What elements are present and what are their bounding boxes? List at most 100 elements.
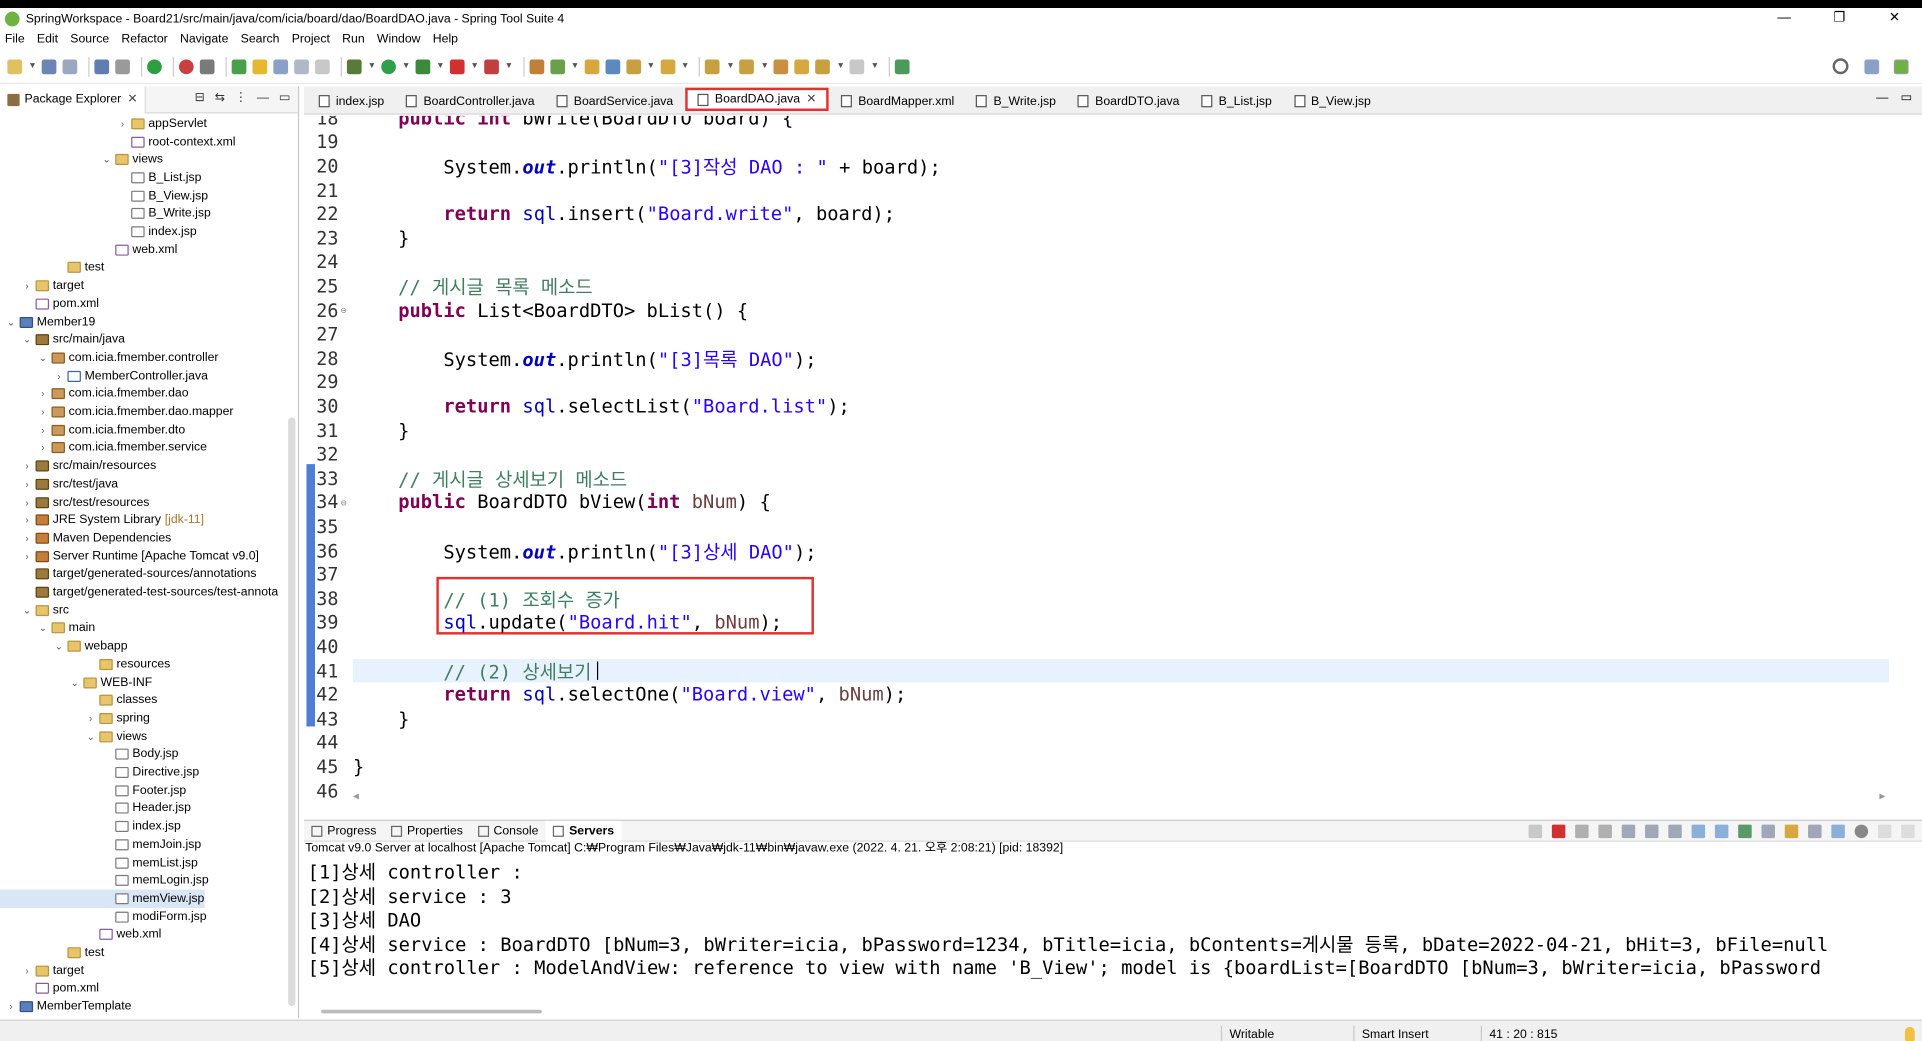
- package-explorer-tab[interactable]: Package Explorer ✕: [0, 85, 147, 113]
- run-external-tools-icon[interactable]: [415, 58, 431, 74]
- tree-item[interactable]: pom.xml: [0, 295, 99, 313]
- chevron-down-icon[interactable]: ▼: [836, 62, 845, 71]
- word-wrap-console-icon[interactable]: [1668, 824, 1682, 839]
- show-on-stdout-icon[interactable]: [1691, 824, 1706, 839]
- tree-item[interactable]: test: [0, 944, 104, 962]
- forward-arrow-icon[interactable]: [849, 58, 865, 74]
- chevron-down-icon[interactable]: ⌄: [21, 605, 33, 616]
- tree-scrollbar[interactable]: [288, 417, 296, 1007]
- tree-item[interactable]: › Maven Dependencies: [0, 529, 171, 547]
- chevron-down-icon[interactable]: ▼: [436, 62, 445, 71]
- coverage-icon[interactable]: [483, 58, 499, 74]
- chevron-down-icon[interactable]: ▼: [28, 62, 37, 71]
- search-tool-icon[interactable]: [605, 58, 620, 74]
- toggle-mark-occurrences-icon[interactable]: [252, 58, 268, 74]
- chevron-down-icon[interactable]: ▼: [505, 62, 514, 71]
- tree-item[interactable]: ⌄ src: [0, 601, 69, 619]
- maximize-editor-icon[interactable]: ▭: [1901, 91, 1913, 104]
- open-folder-icon[interactable]: [584, 58, 599, 74]
- tree-item[interactable]: › MemberController.java: [0, 367, 208, 385]
- chevron-right-icon[interactable]: ›: [37, 425, 49, 436]
- editor-tab[interactable]: BoardDAO.java ✕: [685, 87, 829, 111]
- menu-help[interactable]: Help: [433, 33, 458, 46]
- new-java-project-icon[interactable]: [529, 58, 544, 74]
- chevron-right-icon[interactable]: ›: [21, 965, 33, 976]
- open-perspective-icon[interactable]: [1864, 59, 1880, 75]
- remove-launch-icon[interactable]: [1575, 824, 1589, 839]
- chevron-down-icon[interactable]: ▼: [760, 62, 769, 71]
- back-arrow-icon[interactable]: [815, 58, 831, 74]
- show-whitespace-icon[interactable]: [314, 58, 330, 74]
- tree-item[interactable]: › com.icia.fmember.dao: [0, 385, 188, 403]
- maximize-console-icon[interactable]: [1901, 824, 1915, 839]
- menu-navigate[interactable]: Navigate: [180, 33, 228, 46]
- save-icon[interactable]: [41, 58, 57, 74]
- tree-item[interactable]: › MemberTemplate: [0, 998, 131, 1015]
- chevron-right-icon[interactable]: ›: [37, 443, 49, 454]
- fold-toggle-icon[interactable]: ⊖: [341, 497, 347, 508]
- chevron-right-icon[interactable]: ›: [21, 497, 33, 508]
- tree-item[interactable]: ⌄ main: [0, 619, 95, 637]
- save-all-icon[interactable]: [62, 58, 78, 74]
- chevron-down-icon[interactable]: ▼: [681, 62, 690, 71]
- tree-item[interactable]: B_View.jsp: [0, 187, 208, 205]
- pen-icon[interactable]: [625, 58, 641, 74]
- toggle-block-selection-icon[interactable]: [273, 58, 288, 74]
- tree-item[interactable]: web.xml: [0, 241, 177, 259]
- fold-toggle-icon[interactable]: ⊖: [341, 305, 347, 316]
- link-with-editor-icon[interactable]: ⇆: [215, 91, 225, 104]
- open-console-icon[interactable]: [1784, 824, 1799, 839]
- tree-item[interactable]: › appServlet: [0, 115, 207, 133]
- scroll-lock-icon[interactable]: [1645, 824, 1659, 839]
- editor-tab[interactable]: B_List.jsp: [1192, 89, 1282, 114]
- editor-tab[interactable]: BoardController.java: [397, 89, 545, 114]
- new-package-icon[interactable]: [549, 58, 565, 74]
- tree-item[interactable]: ⌄ WEB-INF: [0, 673, 153, 691]
- tree-item[interactable]: ⌄ com.icia.fmember.controller: [0, 349, 219, 367]
- tree-item[interactable]: target/generated-test-sources/test-annot…: [0, 583, 278, 601]
- console-horizontal-scrollbar[interactable]: [321, 1009, 542, 1014]
- console-output[interactable]: [1]상세 controller : [2]상세 service : 3 [3]상세…: [308, 861, 1914, 981]
- tree-item[interactable]: ⌄ views: [0, 727, 148, 745]
- last-edit-location-icon[interactable]: [773, 58, 789, 74]
- pin-editor-icon[interactable]: [895, 58, 910, 74]
- tree-item[interactable]: › src/main/resources: [0, 457, 156, 475]
- tree-item[interactable]: memView.jsp: [0, 889, 205, 908]
- new-console-view-icon[interactable]: [1808, 824, 1822, 839]
- forward-history-icon[interactable]: [794, 58, 810, 74]
- tree-item[interactable]: B_Write.jsp: [0, 205, 211, 223]
- chevron-right-icon[interactable]: ›: [37, 407, 49, 418]
- chevron-down-icon[interactable]: ▼: [402, 62, 411, 71]
- chevron-right-icon[interactable]: ›: [116, 118, 128, 129]
- tree-item[interactable]: › com.icia.fmember.service: [0, 439, 207, 457]
- menu-source[interactable]: Source: [70, 33, 109, 46]
- editor-tab[interactable]: B_View.jsp: [1284, 89, 1381, 114]
- chevron-down-icon[interactable]: ⌄: [21, 334, 33, 345]
- menu-refactor[interactable]: Refactor: [121, 33, 167, 46]
- tree-item[interactable]: ⌄ src/main/java: [0, 331, 125, 349]
- tree-item[interactable]: memJoin.jsp: [0, 836, 201, 854]
- console-tab[interactable]: Console: [470, 820, 546, 841]
- tree-item[interactable]: › target: [0, 277, 84, 295]
- tree-item[interactable]: Header.jsp: [0, 800, 191, 818]
- chevron-right-icon[interactable]: ›: [21, 551, 33, 562]
- lightbulb-icon[interactable]: [1904, 1026, 1915, 1041]
- menu-run[interactable]: Run: [342, 33, 365, 46]
- next-annotation-icon[interactable]: [705, 58, 721, 74]
- spell-check-icon[interactable]: [1831, 824, 1845, 839]
- relaunch-icon[interactable]: [178, 58, 194, 74]
- editor-tab[interactable]: index.jsp: [309, 89, 394, 114]
- tree-item[interactable]: › spring: [0, 709, 150, 727]
- spring-perspective-icon[interactable]: [1893, 59, 1909, 75]
- chevron-right-icon[interactable]: ›: [21, 461, 33, 472]
- menu-project[interactable]: Project: [292, 33, 330, 46]
- chevron-down-icon[interactable]: ⌄: [85, 731, 97, 742]
- terminal-icon[interactable]: [94, 58, 110, 74]
- chevron-down-icon[interactable]: ▼: [571, 62, 580, 71]
- chevron-right-icon[interactable]: ›: [21, 515, 33, 526]
- tree-item[interactable]: › Server Runtime [Apache Tomcat v9.0]: [0, 547, 259, 565]
- tree-item[interactable]: › target: [0, 962, 84, 980]
- tree-item[interactable]: ⌄ Member19: [0, 313, 95, 331]
- tree-item[interactable]: ⌄ webapp: [0, 637, 128, 655]
- tree-item[interactable]: resources: [0, 655, 170, 673]
